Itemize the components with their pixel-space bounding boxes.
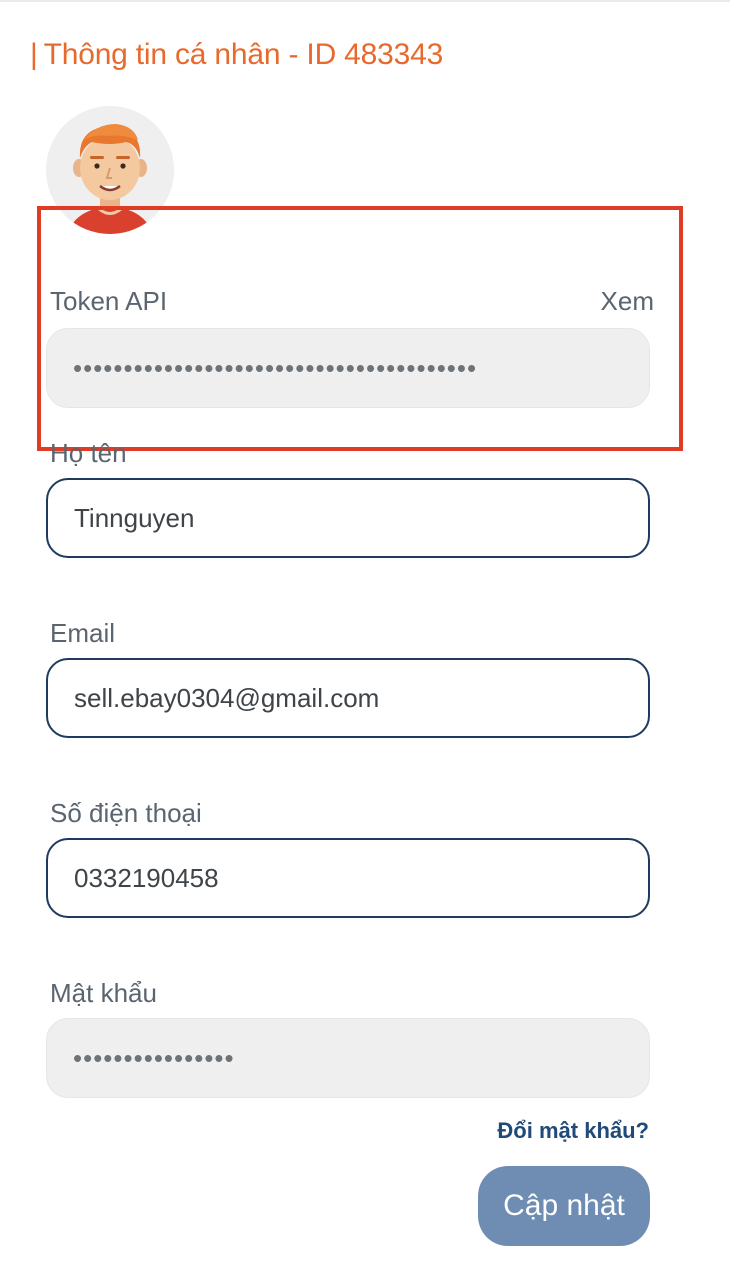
- title-bar-accent: |: [30, 38, 38, 71]
- token-view-link[interactable]: Xem: [601, 286, 654, 317]
- email-input[interactable]: sell.ebay0304@gmail.com: [46, 658, 650, 738]
- phone-label: Số điện thoại: [50, 798, 202, 828]
- phone-input[interactable]: 0332190458: [46, 838, 650, 918]
- page-title-text: Thông tin cá nhân - ID 483343: [43, 38, 444, 71]
- top-divider: [0, 0, 730, 4]
- email-label: Email: [50, 618, 116, 648]
- token-label: Token API: [50, 286, 168, 316]
- password-field[interactable]: ••••••••••••••••: [46, 1018, 650, 1098]
- avatar[interactable]: [46, 106, 174, 234]
- avatar-illustration: [46, 106, 174, 234]
- change-password-link[interactable]: Đổi mật khẩu?: [497, 1118, 649, 1144]
- profile-page: | Thông tin cá nhân - ID 483343 Token AP…: [0, 0, 730, 1278]
- password-label: Mật khẩu: [50, 978, 157, 1008]
- name-input[interactable]: Tinnguyen: [46, 478, 650, 558]
- token-field[interactable]: ••••••••••••••••••••••••••••••••••••••••: [46, 328, 650, 408]
- name-label: Họ tên: [50, 438, 127, 468]
- page-title: | Thông tin cá nhân - ID 483343: [30, 38, 443, 72]
- update-button[interactable]: Cập nhật: [478, 1166, 650, 1246]
